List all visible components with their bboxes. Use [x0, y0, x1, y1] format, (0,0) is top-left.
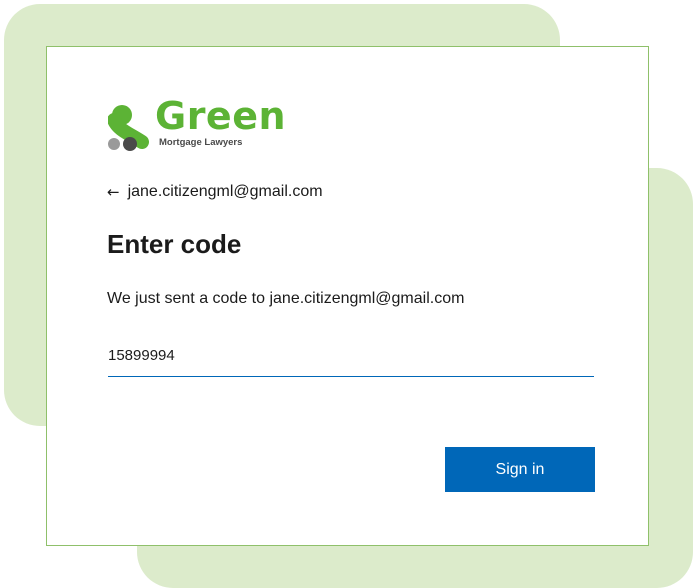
brand-logo: Green Mortgage Lawyers — [108, 97, 288, 154]
page-title: Enter code — [107, 229, 242, 259]
logo-wordmark: Green — [155, 94, 287, 138]
sign-in-button[interactable]: Sign in — [445, 447, 595, 492]
code-input[interactable] — [108, 335, 594, 377]
sign-in-card: Green Mortgage Lawyers ← jane.citizengml… — [46, 46, 649, 546]
arrow-left-icon[interactable]: ← — [107, 184, 120, 200]
green-logo-icon — [108, 105, 149, 151]
back-to-email[interactable]: ← jane.citizengml@gmail.com — [107, 181, 323, 203]
logo-subtitle: Mortgage Lawyers — [159, 137, 243, 148]
code-sent-description: We just sent a code to jane.citizengml@g… — [107, 290, 465, 307]
back-email-label: jane.citizengml@gmail.com — [127, 183, 323, 200]
